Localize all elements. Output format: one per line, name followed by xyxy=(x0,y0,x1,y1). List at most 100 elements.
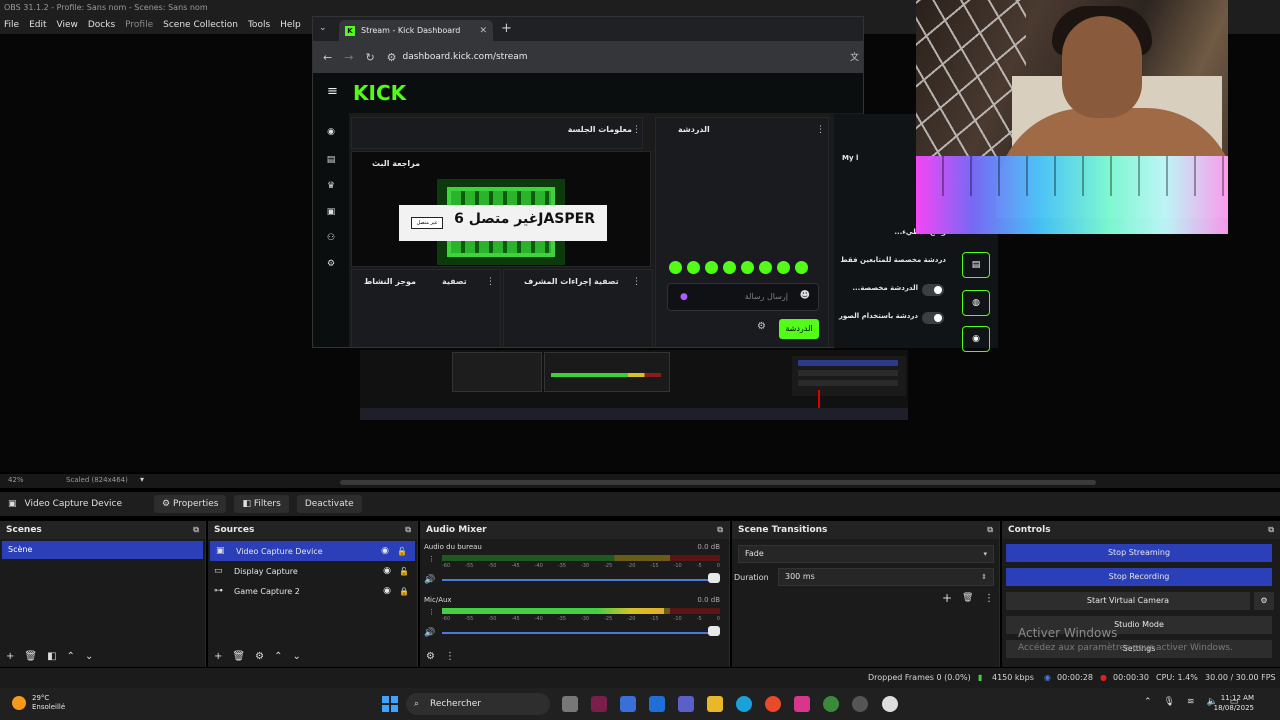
speaker-icon[interactable]: 🔊 xyxy=(424,575,435,585)
channel-menu-icon[interactable]: ⋮ xyxy=(428,608,435,616)
source-row-video-capture[interactable]: ▣ Video Capture Device ◉ 🔓 xyxy=(210,541,415,561)
add-transition-icon[interactable]: + xyxy=(942,591,952,605)
virtual-camera-settings-icon[interactable]: ⚙ xyxy=(1254,592,1274,610)
spin-arrows-icon[interactable]: ⇕ xyxy=(981,569,987,585)
trophy-icon[interactable]: ♛ xyxy=(325,181,337,193)
outlook-icon[interactable] xyxy=(649,696,665,712)
menu-docks[interactable]: Docks xyxy=(88,20,115,30)
scene-item[interactable]: Scène xyxy=(2,541,203,559)
emote-icon[interactable] xyxy=(669,261,682,274)
menu-profile[interactable]: Profile xyxy=(125,20,153,30)
zoom-level[interactable]: 42% xyxy=(8,476,24,484)
chrome-active-icon[interactable] xyxy=(823,696,839,712)
notes-icon[interactable]: ▤ xyxy=(962,252,990,278)
mixer-menu-icon[interactable]: ⋮ xyxy=(445,651,455,662)
menu-edit[interactable]: Edit xyxy=(29,20,46,30)
instagram-icon[interactable] xyxy=(794,696,810,712)
obs-icon[interactable] xyxy=(882,696,898,712)
lock-icon[interactable]: 🔓 xyxy=(397,547,407,556)
stop-recording-button[interactable]: Stop Recording xyxy=(1006,568,1272,586)
emote-icon[interactable] xyxy=(687,261,700,274)
add-scene-icon[interactable]: + xyxy=(6,651,14,662)
microphone-icon[interactable]: 🎙 xyxy=(1164,697,1175,707)
edge-icon[interactable] xyxy=(736,696,752,712)
store-icon[interactable] xyxy=(620,696,636,712)
mic-icon[interactable]: ● xyxy=(680,292,688,302)
focus-icon[interactable]: ▣ xyxy=(325,207,337,219)
zoom-dropdown-icon[interactable]: ▾ xyxy=(140,475,144,484)
move-up-icon[interactable]: ⌃ xyxy=(67,651,75,662)
volume-slider[interactable] xyxy=(442,632,712,634)
chat-kebab-icon[interactable]: ⋮ xyxy=(816,125,825,135)
speaker-icon[interactable]: 🔊 xyxy=(424,628,435,638)
broadcast-icon[interactable]: ◉ xyxy=(325,127,337,139)
properties-button[interactable]: ⚙ Properties xyxy=(154,495,227,513)
duration-input[interactable]: 300 ms ⇕ xyxy=(778,568,994,586)
filters-button[interactable]: ◧ Filters xyxy=(234,495,289,513)
activity-kebab-icon[interactable]: ⋮ xyxy=(486,277,495,287)
source-row-game-capture[interactable]: ⊶ Game Capture 2 ◉ 🔒 xyxy=(208,581,417,601)
preview-horizontal-scrollbar[interactable] xyxy=(340,480,1096,485)
menu-view[interactable]: View xyxy=(57,20,78,30)
menu-tools[interactable]: Tools xyxy=(248,20,270,30)
tray-chevron-icon[interactable]: ⌃ xyxy=(1144,697,1152,707)
visibility-eye-icon[interactable]: ◉ xyxy=(383,566,391,576)
broadcast-icon[interactable]: ◉ xyxy=(962,326,990,352)
undock-icon[interactable]: ⧉ xyxy=(405,521,411,539)
visibility-eye-icon[interactable]: ◉ xyxy=(381,546,389,556)
move-down-icon[interactable]: ⌄ xyxy=(85,651,93,662)
menu-file[interactable]: File xyxy=(4,20,19,30)
forward-icon[interactable]: → xyxy=(344,51,353,64)
source-row-display-capture[interactable]: ▭ Display Capture ◉ 🔓 xyxy=(208,561,417,581)
wifi-icon[interactable]: ≋ xyxy=(1187,697,1195,707)
kick-logo[interactable]: KICK xyxy=(353,81,406,105)
source-properties-icon[interactable]: ⚙ xyxy=(255,651,264,662)
add-source-icon[interactable]: + xyxy=(214,651,222,662)
chat-bubble-icon[interactable]: ◍ xyxy=(962,290,990,316)
site-info-icon[interactable]: ⚙ xyxy=(387,51,397,64)
back-icon[interactable]: ← xyxy=(323,51,332,64)
task-view-icon[interactable] xyxy=(562,696,578,712)
chrome-icon[interactable] xyxy=(765,696,781,712)
windows-start-icon[interactable] xyxy=(382,696,398,712)
new-tab-icon[interactable]: + xyxy=(501,21,512,36)
emote-icon[interactable] xyxy=(723,261,736,274)
hamburger-menu-icon[interactable]: ≡ xyxy=(327,84,338,99)
teams-icon[interactable] xyxy=(678,696,694,712)
chat-settings-icon[interactable]: ⚙ xyxy=(757,321,766,332)
volume-slider-handle[interactable] xyxy=(708,573,720,583)
transition-menu-icon[interactable]: ⋮ xyxy=(984,593,994,604)
visibility-eye-icon[interactable]: ◉ xyxy=(383,586,391,596)
emote-only-toggle[interactable] xyxy=(922,312,944,324)
kebab-menu-icon[interactable]: ⋮ xyxy=(632,125,641,135)
document-icon[interactable]: ▤ xyxy=(325,155,337,167)
taskbar-search[interactable]: ⌕ Rechercher xyxy=(406,693,550,715)
lock-icon[interactable]: 🔓 xyxy=(399,567,409,576)
emote-icon[interactable] xyxy=(777,261,790,274)
volume-slider[interactable] xyxy=(442,579,712,581)
subscribers-only-toggle[interactable] xyxy=(922,284,944,296)
weather-widget[interactable]: 29°C Ensoleillé xyxy=(12,694,65,712)
undock-icon[interactable]: ⧉ xyxy=(1268,521,1274,539)
remove-source-icon[interactable]: 🗑 xyxy=(232,651,245,662)
chat-send-button[interactable]: الدردشة xyxy=(779,319,819,339)
channel-menu-icon[interactable]: ⋮ xyxy=(428,555,435,563)
emote-icon[interactable] xyxy=(759,261,772,274)
undock-icon[interactable]: ⧉ xyxy=(193,521,199,539)
deactivate-button[interactable]: Deactivate xyxy=(296,495,362,513)
remove-transition-icon[interactable]: 🗑 xyxy=(962,593,973,603)
transition-select[interactable]: Fade ▾ xyxy=(738,545,994,563)
followers-only-label[interactable]: دردشة مخصصة للمتابعين فقط xyxy=(840,256,946,264)
emoji-icon[interactable]: ☻ xyxy=(800,290,810,301)
users-icon[interactable]: ⚇ xyxy=(325,233,337,245)
move-down-icon[interactable]: ⌄ xyxy=(292,651,300,662)
move-up-icon[interactable]: ⌃ xyxy=(274,651,282,662)
menu-help[interactable]: Help xyxy=(280,20,301,30)
undock-icon[interactable]: ⧉ xyxy=(987,521,993,539)
emote-icon[interactable] xyxy=(741,261,754,274)
translate-icon[interactable]: 文 xyxy=(850,50,859,63)
browser-tab[interactable]: K Stream - Kick Dashboard ✕ xyxy=(339,20,493,41)
stop-streaming-button[interactable]: Stop Streaming xyxy=(1006,544,1272,562)
menu-scene-collection[interactable]: Scene Collection xyxy=(163,20,238,30)
emote-icon[interactable] xyxy=(795,261,808,274)
